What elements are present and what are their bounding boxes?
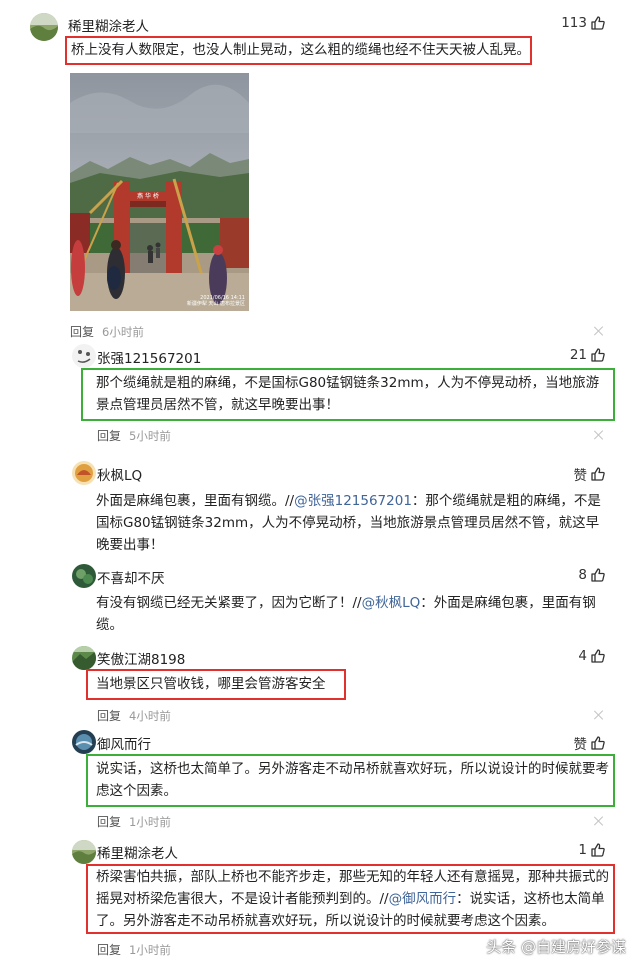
stamp-line: 新疆伊犁 天山 唐布拉景区 [186, 301, 245, 307]
like-count: 113 [561, 15, 587, 31]
thumbs-up-icon [591, 16, 605, 30]
username[interactable]: 稀里糊涂老人 [68, 15, 149, 35]
avatar[interactable] [72, 564, 96, 588]
comment-text-plain: 有没有钢缆已经无关紧要了，因为它断了！// [96, 595, 362, 611]
like-count: 8 [578, 567, 587, 583]
comment-meta: 回复 4小时前 [97, 707, 171, 724]
reply-button[interactable]: 回复 [97, 707, 121, 724]
username[interactable]: 张强121567201 [97, 347, 201, 367]
thumbs-up-icon [591, 467, 605, 481]
close-icon[interactable] [594, 326, 604, 336]
like-count: 21 [569, 347, 587, 363]
like-count: 1 [578, 842, 587, 858]
bridge-sign: 燕 华 桥 [137, 193, 159, 200]
thumbs-up-icon [591, 649, 605, 663]
like-button[interactable]: 赞 [574, 464, 607, 484]
close-icon[interactable] [594, 430, 604, 440]
avatar[interactable] [72, 461, 96, 485]
avatar[interactable] [30, 13, 58, 41]
comment-meta: 回复 1小时前 [97, 941, 171, 958]
reply-button[interactable]: 回复 [97, 941, 121, 958]
timestamp: 5小时前 [129, 428, 171, 443]
comment-text: 说实话，这桥也太简单了。另外游客走不动吊桥就喜欢好玩，所以说设计的时候就要考虑这… [96, 761, 609, 799]
timestamp: 4小时前 [129, 708, 171, 723]
timestamp: 6小时前 [102, 324, 144, 339]
comment-text: 桥上没有人数限定，也没人制止晃动，这么粗的缆绳也经不住天天被人乱晃。 [71, 42, 530, 58]
mention-link[interactable]: @秋枫LQ [362, 595, 421, 611]
like-button[interactable]: 113 [561, 15, 606, 31]
comment-meta: 回复 6小时前 [70, 323, 144, 340]
comment-photo[interactable]: 2021/06/16 14:11 新疆伊犁 天山 唐布拉景区 燕 华 桥 [70, 73, 249, 311]
photo-timestamp: 2021/06/16 14:11 新疆伊犁 天山 唐布拉景区 [187, 295, 245, 307]
avatar[interactable] [72, 840, 96, 864]
like-button[interactable]: 赞 [574, 733, 607, 753]
comment-text: 有没有钢缆已经无关紧要了，因为它断了！//@秋枫LQ：外面是麻绳包裹，里面有钢缆… [96, 592, 612, 636]
username[interactable]: 秋枫LQ [97, 464, 142, 484]
timestamp: 1小时前 [129, 814, 171, 829]
username[interactable]: 御风而行 [97, 733, 151, 753]
avatar[interactable] [72, 730, 96, 754]
comment-text: 当地景区只管收钱，哪里会管游客安全 [96, 676, 326, 692]
mention-link[interactable]: @张强121567201 [294, 493, 412, 509]
thumbs-up-icon [591, 348, 605, 362]
comment-meta: 回复 1小时前 [97, 813, 171, 830]
avatar[interactable] [72, 344, 96, 368]
thumbs-up-icon [591, 568, 605, 582]
like-button[interactable]: 8 [578, 567, 606, 583]
mention-link[interactable]: @御风而行 [389, 891, 457, 907]
comment-text: 外面是麻绳包裹，里面有钢缆。//@张强121567201：那个缆绳就是粗的麻绳，… [96, 490, 612, 556]
avatar[interactable] [72, 646, 96, 670]
comment-text: 那个缆绳就是粗的麻绳，不是国标G80锰钢链条32mm，人为不停晃动桥，当地旅游景… [96, 375, 600, 413]
reply-button[interactable]: 回复 [97, 813, 121, 830]
like-button[interactable]: 4 [578, 648, 606, 664]
comment-text-plain: 外面是麻绳包裹，里面有钢缆。// [96, 493, 295, 509]
close-icon[interactable] [594, 816, 604, 826]
username[interactable]: 笑傲江湖8198 [97, 648, 185, 668]
thumbs-up-icon [591, 736, 605, 750]
comment-meta: 回复 5小时前 [97, 427, 171, 444]
thumbs-up-icon [591, 843, 605, 857]
username[interactable]: 不喜却不厌 [97, 567, 165, 587]
username[interactable]: 稀里糊涂老人 [97, 842, 178, 862]
like-button[interactable]: 1 [578, 842, 606, 858]
watermark: 头条 @自建房好参谋 [486, 938, 626, 956]
reply-button[interactable]: 回复 [70, 323, 94, 340]
like-count: 赞 [573, 737, 588, 753]
reply-button[interactable]: 回复 [97, 427, 121, 444]
comment-text: 桥梁害怕共振，部队上桥也不能齐步走，那些无知的年轻人还有意摇晃，那种共振式的摇晃… [96, 866, 612, 932]
like-button[interactable]: 21 [570, 347, 606, 363]
close-icon[interactable] [594, 710, 604, 720]
timestamp: 1小时前 [129, 942, 171, 957]
like-count: 赞 [573, 468, 588, 484]
like-count: 4 [578, 648, 587, 664]
